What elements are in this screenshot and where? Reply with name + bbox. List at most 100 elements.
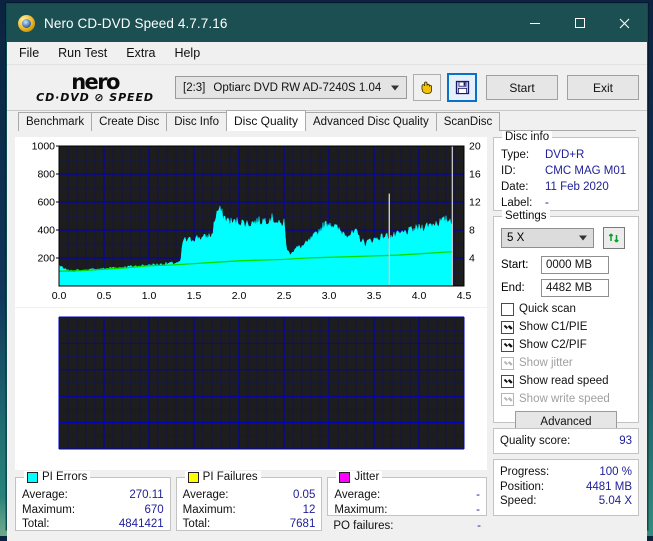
pi-errors-maximum-row: Maximum: 670 <box>16 503 170 518</box>
label: Label: <box>501 197 533 209</box>
svg-text:3.5: 3.5 <box>367 290 382 302</box>
svg-text:600: 600 <box>37 197 55 209</box>
label: Total: <box>22 518 50 530</box>
info-column: Disc info Type: DVD+R ID: CMC MAG M01 Date… <box>493 131 639 534</box>
eject-hand-icon[interactable] <box>413 74 441 101</box>
start-input[interactable]: 0000 MB <box>541 256 609 274</box>
tab-benchmark[interactable]: Benchmark <box>18 112 93 131</box>
menu-item-run-test[interactable]: Run Test <box>58 46 107 60</box>
pi-failures-average-row: Average: 0.05 <box>177 488 322 503</box>
jitter-stats-wrap: Jitter Average: - Maximum: - PO failures: … <box>327 471 488 534</box>
value: 7681 <box>289 518 316 530</box>
label: Average: <box>182 489 229 501</box>
pi-failures-total-row: Total: 7681 <box>177 517 322 532</box>
tab-strip: Benchmark Create Disc Disc Info Disc Qua… <box>7 110 647 131</box>
speed-select-value: 5 X <box>507 232 525 244</box>
checkbox-show-jitter: Show jitter <box>501 356 631 371</box>
floppy-save-icon[interactable] <box>447 73 477 102</box>
exit-button[interactable]: Exit <box>567 75 639 100</box>
checkbox-quick-scan[interactable]: Quick scan <box>501 302 631 317</box>
value: CMC MAG M01 <box>545 165 627 177</box>
tab-advanced-disc-quality[interactable]: Advanced Disc Quality <box>305 112 437 131</box>
progress-group: Progress: 100 % Position: 4481 MB Speed: 5.… <box>493 459 639 516</box>
toolbar: nero CD·DVD ⊘ SPEED [2:3] Optiarc DVD RW… <box>7 65 647 111</box>
checkbox-icon <box>501 393 514 406</box>
disc-info-id-row: ID: CMC MAG M01 <box>494 163 638 179</box>
quality-score-group: Quality score: 93 <box>493 428 639 454</box>
tab-create-disc[interactable]: Create Disc <box>91 112 168 131</box>
quality-score-label: Quality score: <box>500 434 571 447</box>
drive-index: [2:3] <box>183 81 206 94</box>
value: 4481 MB <box>585 480 632 493</box>
checkbox-show-c2-pif[interactable]: Show C2/PIF <box>501 338 631 353</box>
pi-errors-stats: PI Errors Average: 270.11 Maximum: 670 Tot… <box>15 471 171 531</box>
checkbox-icon <box>501 321 514 334</box>
svg-text:2.0: 2.0 <box>232 290 247 302</box>
start-label: Start: <box>501 259 529 271</box>
label: Maximum: <box>334 503 388 516</box>
value: - <box>476 503 481 516</box>
position-row: Position: 4481 MB <box>494 480 638 495</box>
jitter-legend-title: Jitter <box>336 471 383 483</box>
svg-text:800: 800 <box>37 169 55 181</box>
logo-line-nero: nero <box>71 70 120 94</box>
checkbox-show-c1-pie[interactable]: Show C1/PIE <box>501 320 631 335</box>
end-input[interactable]: 4482 MB <box>541 279 609 297</box>
value: - <box>476 489 481 501</box>
svg-text:8: 8 <box>469 225 475 237</box>
chevron-down-icon <box>579 235 587 241</box>
end-label: End: <box>501 282 525 294</box>
svg-text:400: 400 <box>37 225 55 237</box>
speed-select[interactable]: 5 X <box>501 228 594 248</box>
jitter-legend-text: Jitter <box>354 471 380 483</box>
value: 670 <box>144 503 164 516</box>
label: Average: <box>334 489 381 501</box>
menu-item-help[interactable]: Help <box>174 46 200 60</box>
stats-row: PI Errors Average: 270.11 Maximum: 670 Tot… <box>15 471 488 534</box>
refresh-arrows-icon[interactable] <box>603 227 625 249</box>
checkbox-show-read-speed[interactable]: Show read speed <box>501 374 631 389</box>
pi-errors-legend-title: PI Errors <box>24 471 91 483</box>
jitter-average-row: Average: - <box>328 488 486 503</box>
start-button[interactable]: Start <box>486 75 558 100</box>
menu-item-file[interactable]: File <box>19 46 39 60</box>
checkbox-icon <box>501 357 514 370</box>
value: 100 % <box>599 466 632 478</box>
tab-disc-quality[interactable]: Disc Quality <box>226 110 307 131</box>
value: - <box>545 197 549 209</box>
chevron-down-icon <box>391 85 399 90</box>
po-failures-row: PO failures: - <box>327 519 487 534</box>
pi-failures-legend-title: PI Failures <box>184 471 261 483</box>
pi-failures-maximum-row: Maximum: 12 <box>177 503 322 518</box>
maximize-icon[interactable] <box>557 4 602 42</box>
checkbox-icon <box>501 339 514 352</box>
pi-failures-plot <box>58 316 465 450</box>
close-icon[interactable] <box>602 4 647 42</box>
svg-text:1000: 1000 <box>32 141 56 153</box>
svg-text:16: 16 <box>469 169 481 181</box>
svg-text:200: 200 <box>37 253 55 265</box>
tab-disc-info[interactable]: Disc Info <box>166 112 227 131</box>
pi-failures-stats: PI Failures Average: 0.05 Maximum: 12 Tota… <box>175 471 323 532</box>
drive-name: Optiarc DVD RW AD-7240S 1.04 <box>213 81 382 94</box>
checkbox-icon <box>501 303 514 316</box>
drive-select[interactable]: [2:3] Optiarc DVD RW AD-7240S 1.04 <box>175 76 407 99</box>
progress-row: Progress: 100 % <box>494 465 638 480</box>
value: 12 <box>302 503 316 516</box>
pi-failures-chart <box>15 308 487 470</box>
charts-column: 200 400 600 800 1000 4 8 12 16 20 0.0 0.5 1.0 1.5 2.0 2… <box>15 137 488 534</box>
label: Position: <box>500 480 545 493</box>
jitter-color-swatch <box>339 471 351 483</box>
menu-item-extra[interactable]: Extra <box>126 46 155 60</box>
svg-text:4: 4 <box>469 253 475 265</box>
label: Quick scan <box>519 303 576 315</box>
nero-disc-icon <box>18 14 35 32</box>
value: 11 Feb 2020 <box>545 181 609 193</box>
tab-scandisc[interactable]: ScanDisc <box>435 112 501 131</box>
minimize-icon[interactable] <box>512 4 557 42</box>
label: Total: <box>182 518 211 530</box>
label: Type: <box>501 149 530 161</box>
pi-errors-plot: 200 400 600 800 1000 4 8 12 16 20 0.0 0.5 1.0 1.5 2.0 2… <box>32 141 481 303</box>
nero-logo: nero CD·DVD ⊘ SPEED <box>15 70 169 104</box>
disc-info-legend: Disc info <box>502 131 553 143</box>
